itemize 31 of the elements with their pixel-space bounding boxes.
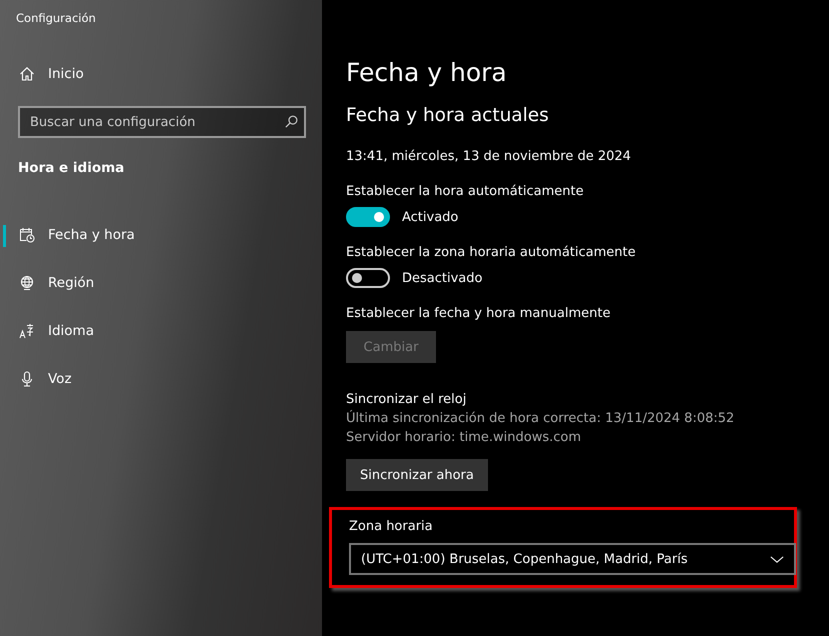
setting-label: Establecer la hora automáticamente xyxy=(346,183,585,201)
language-icon xyxy=(19,323,35,339)
info-text: Servidor horario: time.windows.com xyxy=(346,429,582,447)
toggle-switch[interactable] xyxy=(346,268,390,288)
search-field[interactable]: Buscar una configuración xyxy=(18,106,306,138)
sidebar-item[interactable]: Idioma xyxy=(0,307,322,355)
sidebar-item[interactable]: Voz xyxy=(0,355,322,403)
field-label: Zona horaria xyxy=(349,518,434,536)
setting-label: Establecer la fecha y hora manualmente xyxy=(346,305,612,323)
home-icon xyxy=(19,66,35,82)
toggle-switch[interactable] xyxy=(346,207,390,227)
search-icon[interactable] xyxy=(284,114,299,129)
toggle-state: Activado xyxy=(402,210,458,224)
section-heading: Hora e idioma xyxy=(17,159,126,178)
home-link[interactable]: Inicio xyxy=(0,50,322,98)
current-date-time: 13:41, miércoles, 13 de noviembre de 2024 xyxy=(346,148,632,166)
toggle-state: Desactivado xyxy=(402,270,482,286)
globe-icon xyxy=(19,275,35,291)
setting-label: Establecer la zona horaria automáticamente xyxy=(346,244,637,262)
window-title: Configuración xyxy=(15,10,97,27)
timezone-dropdown[interactable]: (UTC+01:00) Bruselas, Copenhague, Madrid, París xyxy=(349,543,796,575)
page-title: Fecha y hora xyxy=(346,57,508,89)
sidebar-item[interactable]: Fecha y hora xyxy=(0,211,322,259)
sync-now-button[interactable]: Sincronizar ahora xyxy=(346,459,488,491)
setting-label: Sincronizar el reloj xyxy=(346,391,468,409)
section-heading: Fecha y hora actuales xyxy=(346,104,550,128)
calendar-clock-icon xyxy=(19,227,35,243)
microphone-icon xyxy=(19,371,35,387)
info-text: Última sincronización de hora correcta: 13/11/2024 8:08:52 xyxy=(346,409,736,428)
sidebar-item[interactable]: Región xyxy=(0,259,322,307)
chevron-down-icon xyxy=(770,554,784,564)
